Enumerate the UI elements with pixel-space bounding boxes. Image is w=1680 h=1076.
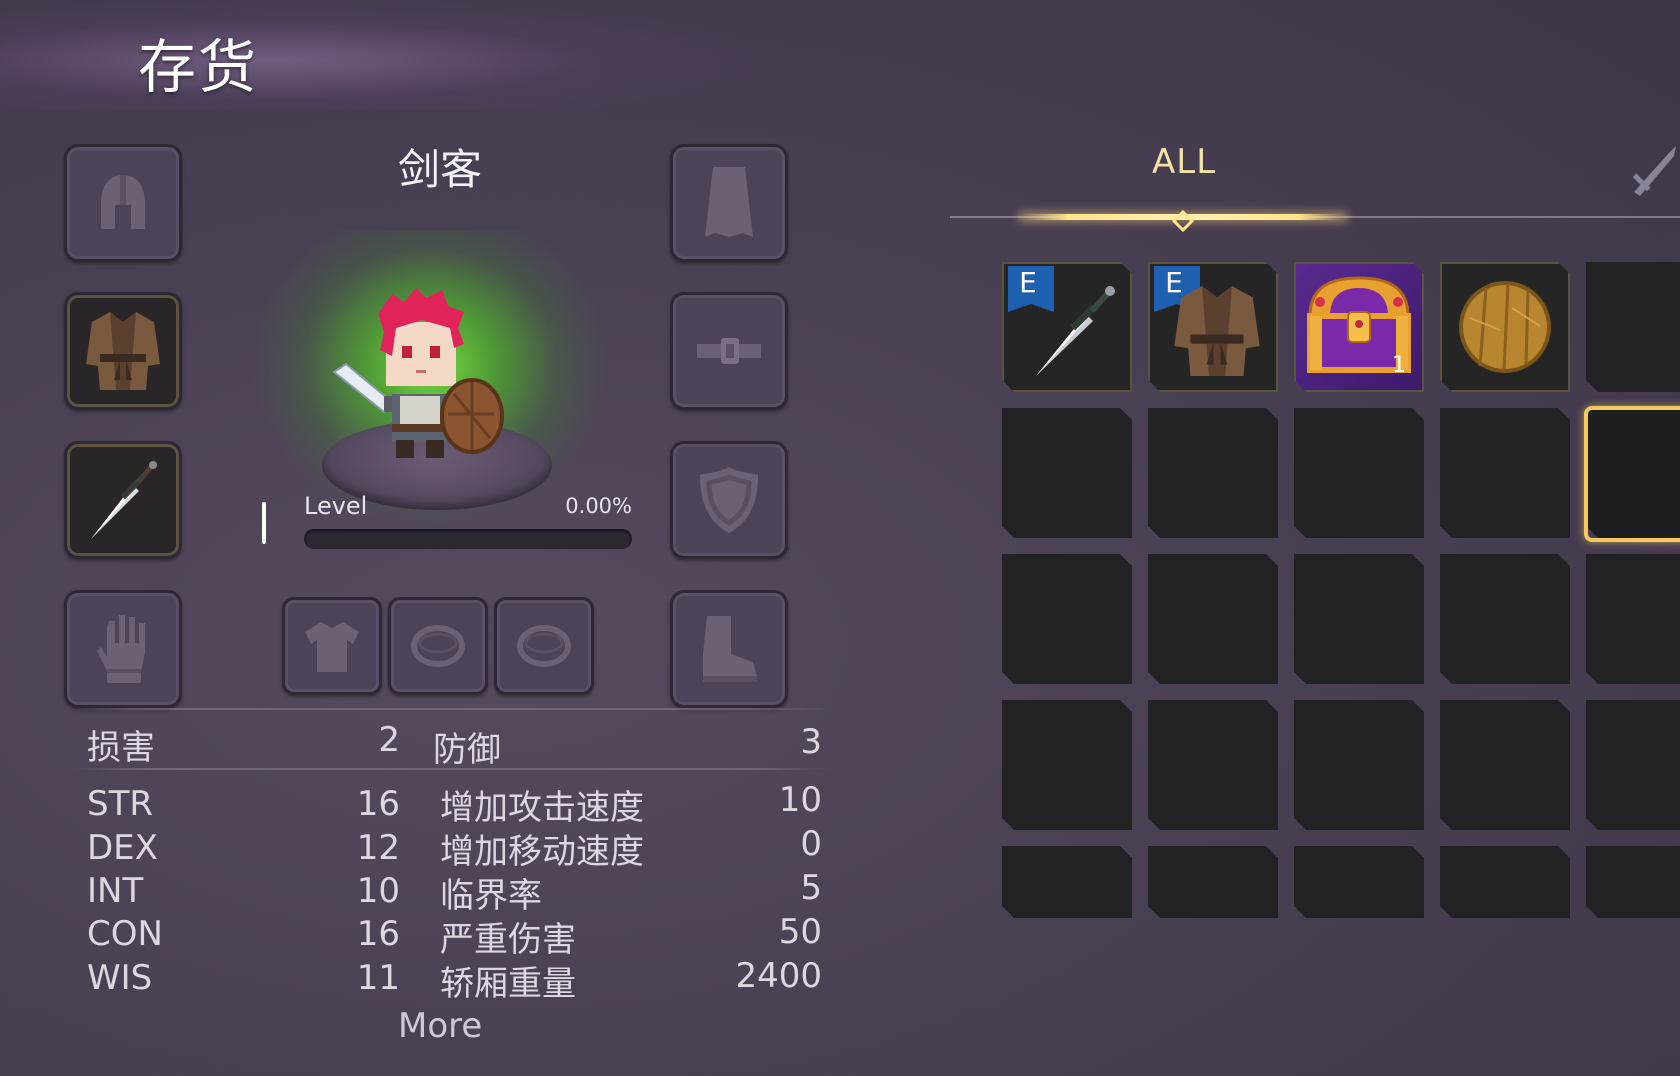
robe-icon [86, 312, 160, 390]
ring-slot-1[interactable] [388, 597, 488, 695]
con-value: 16 [356, 914, 400, 954]
crit-damage-label: 严重伤害 [440, 920, 576, 960]
inventory-slot-empty[interactable] [1586, 554, 1680, 684]
inventory-slot-empty[interactable] [1440, 700, 1570, 830]
shirt-slot[interactable] [282, 597, 382, 695]
level-progress-bar [304, 529, 632, 549]
stats-top-divider [70, 708, 830, 710]
level-label: Level [304, 492, 368, 520]
inventory-slot-empty[interactable] [1002, 554, 1132, 684]
ring-icon [517, 625, 571, 667]
damage-label: 损害 [87, 728, 155, 768]
attack-speed-label: 增加攻击速度 [440, 788, 644, 828]
inventory-slot-empty[interactable] [1294, 408, 1424, 538]
inventory-slot-empty[interactable] [1148, 700, 1278, 830]
inventory-slot-empty[interactable] [1294, 554, 1424, 684]
tab-all[interactable]: ALL [1152, 142, 1216, 182]
inventory-slot-empty[interactable] [1148, 554, 1278, 684]
dagger-icon [91, 461, 157, 539]
shield-icon [700, 467, 758, 533]
inventory-slot-wooden-shield[interactable] [1440, 262, 1570, 392]
inventory-slot-empty[interactable] [1294, 846, 1424, 918]
level-indicator [262, 502, 266, 544]
tab-active-marker [1172, 210, 1194, 232]
ring-slot-2[interactable] [494, 597, 594, 695]
wis-value: 11 [356, 958, 400, 998]
inventory-slot-empty[interactable] [1440, 554, 1570, 684]
con-label: CON [87, 914, 163, 954]
inventory-slot-empty[interactable] [1148, 846, 1278, 918]
crit-rate-label: 临界率 [440, 876, 542, 916]
move-speed-label: 增加移动速度 [440, 832, 644, 872]
dagger-icon [1030, 280, 1120, 380]
belt-icon [697, 338, 761, 364]
inventory-slot-empty[interactable] [1294, 700, 1424, 830]
helmet-icon [101, 175, 145, 229]
inventory-slot-empty[interactable] [1002, 846, 1132, 918]
wooden-shield-icon [1456, 278, 1554, 376]
character-name: 剑客 [397, 145, 482, 194]
hero-sprite[interactable] [326, 284, 516, 474]
armor-slot[interactable] [64, 292, 182, 410]
inventory-slot-chest[interactable]: 1 [1294, 262, 1424, 392]
str-value: 16 [356, 784, 400, 824]
attack-speed-value: 10 [778, 780, 822, 820]
damage-value: 2 [378, 720, 400, 760]
wis-label: WIS [87, 958, 153, 998]
boots-slot[interactable] [670, 590, 788, 708]
crit-rate-value: 5 [800, 868, 822, 908]
robe-icon [1172, 278, 1262, 384]
helmet-slot[interactable] [64, 144, 182, 262]
selected-slot-frame [1584, 406, 1680, 542]
title-band [0, 0, 760, 110]
crit-damage-value: 50 [778, 912, 822, 952]
inventory-slot-robe[interactable]: E [1148, 262, 1278, 392]
inventory-slot-empty[interactable] [1586, 700, 1680, 830]
inventory-slot-empty[interactable] [1586, 262, 1680, 392]
shield-slot[interactable] [670, 441, 788, 559]
gloves-slot[interactable] [64, 590, 182, 708]
defense-label: 防御 [433, 730, 501, 770]
sword-icon[interactable] [1628, 140, 1680, 198]
dex-value: 12 [356, 828, 400, 868]
shirt-icon [305, 622, 359, 672]
weapon-slot[interactable] [64, 441, 182, 559]
defense-value: 3 [800, 722, 822, 762]
inventory-slot-empty[interactable] [1586, 846, 1680, 918]
cloak-slot[interactable] [670, 144, 788, 262]
carry-weight-label: 轿厢重量 [440, 964, 576, 1004]
inventory-slot-empty[interactable] [1002, 408, 1132, 538]
ring-icon [411, 625, 465, 667]
inventory-slot-empty[interactable] [1440, 408, 1570, 538]
boot-icon [703, 616, 757, 682]
inventory-slot-dagger[interactable]: E [1002, 262, 1132, 392]
belt-slot[interactable] [670, 292, 788, 410]
more-stats-button[interactable]: More [398, 1006, 482, 1046]
carry-weight-value: 2400 [735, 956, 822, 996]
int-value: 10 [356, 871, 400, 911]
dex-label: DEX [87, 828, 158, 868]
cloak-icon [705, 167, 753, 237]
page-title: 存货 [138, 33, 259, 101]
str-label: STR [87, 784, 153, 824]
level-percent: 0.00% [565, 494, 632, 518]
stats-mid-divider [70, 768, 830, 770]
inventory-slot-empty[interactable] [1002, 700, 1132, 830]
int-label: INT [87, 871, 144, 911]
glove-icon [97, 615, 145, 683]
inventory-slot-empty[interactable] [1148, 408, 1278, 538]
inventory-slot-empty[interactable] [1440, 846, 1570, 918]
item-count: 1 [1392, 353, 1406, 378]
move-speed-value: 0 [800, 824, 822, 864]
